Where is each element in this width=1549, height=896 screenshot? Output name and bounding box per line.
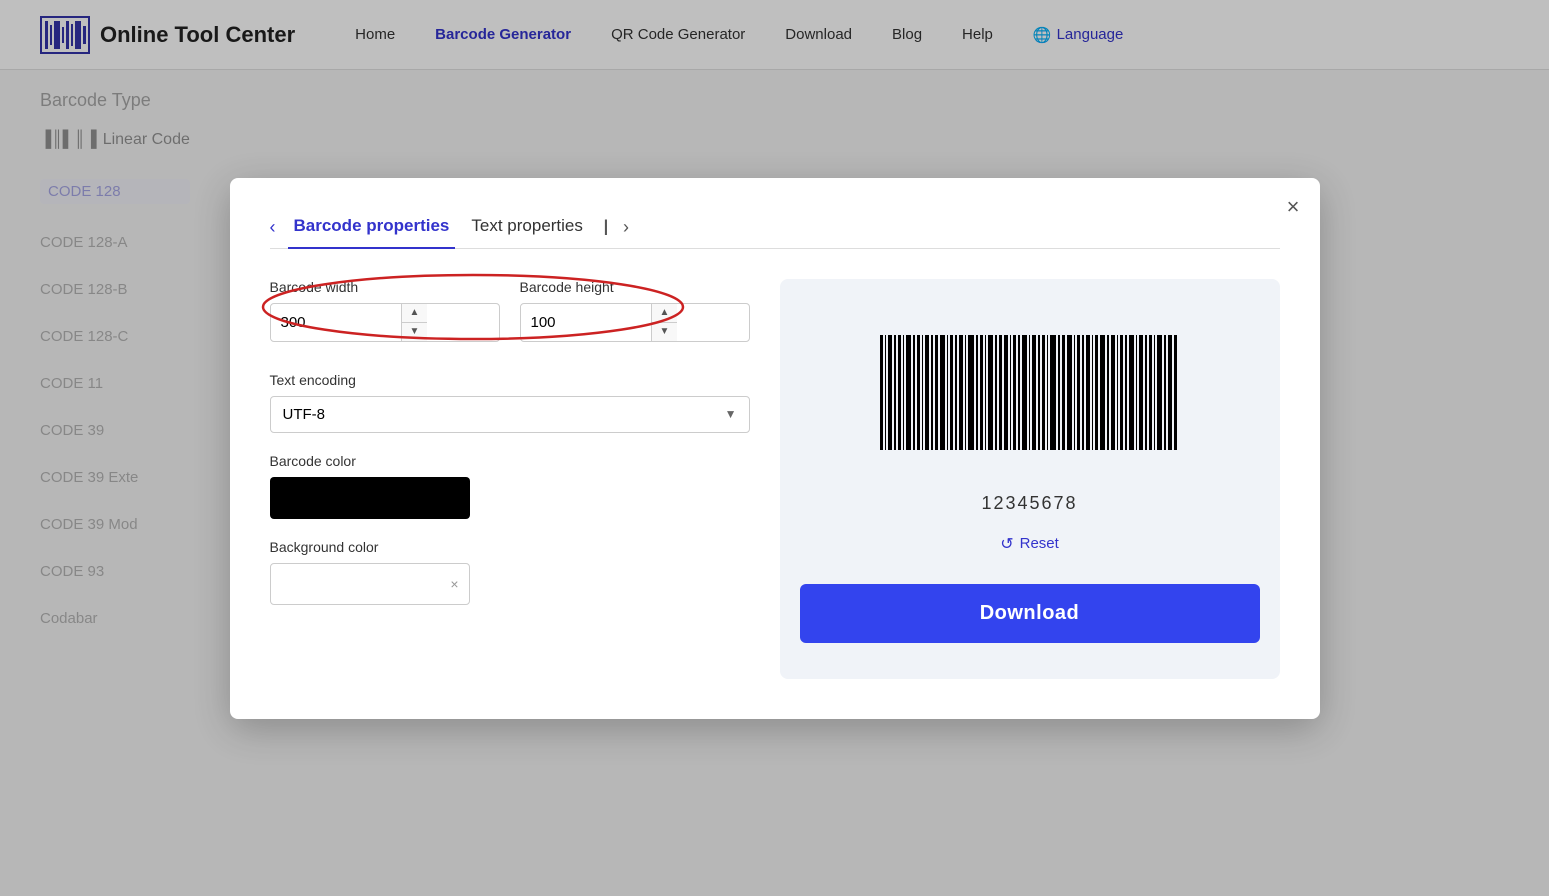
modal-overlay[interactable]: × ‹ Barcode properties Text properties I… [0, 0, 1549, 896]
text-encoding-value: UTF-8 [283, 406, 326, 423]
barcode-image [880, 325, 1180, 485]
barcode-color-swatch[interactable] [270, 477, 470, 519]
barcode-color-group: Barcode color [270, 453, 750, 519]
barcode-width-input-wrapper: ▲ ▼ [270, 303, 500, 342]
text-encoding-select[interactable]: UTF-8 ▼ [270, 396, 750, 433]
barcode-height-label: Barcode height [520, 279, 750, 295]
tab-text-properties[interactable]: Text properties [465, 208, 589, 248]
height-decrement-btn[interactable]: ▼ [652, 323, 678, 341]
tab-separator: I [603, 215, 609, 241]
modal-right-panel: 12345678 ↺ Reset Download [780, 279, 1280, 679]
color-clear-icon[interactable]: × [450, 576, 458, 592]
barcode-height-input-wrapper: ▲ ▼ [520, 303, 750, 342]
width-spinners: ▲ ▼ [401, 304, 428, 341]
text-encoding-label: Text encoding [270, 372, 750, 388]
modal-left-panel: Barcode width ▲ ▼ Barcode height [270, 279, 750, 679]
height-spinners: ▲ ▼ [651, 304, 678, 341]
width-decrement-btn[interactable]: ▼ [402, 323, 428, 341]
barcode-width-group: Barcode width ▲ ▼ [270, 279, 500, 342]
barcode-number: 12345678 [981, 493, 1077, 514]
barcode-color-label: Barcode color [270, 453, 750, 469]
background-color-label: Background color [270, 539, 750, 555]
dimensions-row: Barcode width ▲ ▼ Barcode height [270, 279, 750, 342]
barcode-preview: 12345678 [880, 325, 1180, 514]
modal-body: Barcode width ▲ ▼ Barcode height [270, 279, 1280, 679]
barcode-height-group: Barcode height ▲ ▼ [520, 279, 750, 342]
download-button[interactable]: Download [800, 584, 1260, 643]
reset-button[interactable]: ↺ Reset [1000, 534, 1059, 554]
modal-close-button[interactable]: × [1287, 196, 1300, 218]
tab-prev-arrow[interactable]: ‹ [270, 217, 276, 238]
width-increment-btn[interactable]: ▲ [402, 304, 428, 323]
tab-barcode-properties[interactable]: Barcode properties [288, 208, 456, 248]
select-chevron-icon: ▼ [725, 407, 737, 421]
background-color-group: Background color × [270, 539, 750, 605]
reset-icon: ↺ [1000, 534, 1013, 554]
text-encoding-group: Text encoding UTF-8 ▼ [270, 372, 750, 433]
barcode-width-label: Barcode width [270, 279, 500, 295]
barcode-width-input[interactable] [271, 306, 401, 339]
reset-label: Reset [1020, 535, 1059, 552]
modal-tabs: ‹ Barcode properties Text properties I › [270, 208, 1280, 249]
height-increment-btn[interactable]: ▲ [652, 304, 678, 323]
barcode-height-input[interactable] [521, 306, 651, 339]
background-color-swatch[interactable]: × [270, 563, 470, 605]
tab-next-arrow[interactable]: › [623, 217, 629, 238]
modal: × ‹ Barcode properties Text properties I… [230, 178, 1320, 719]
